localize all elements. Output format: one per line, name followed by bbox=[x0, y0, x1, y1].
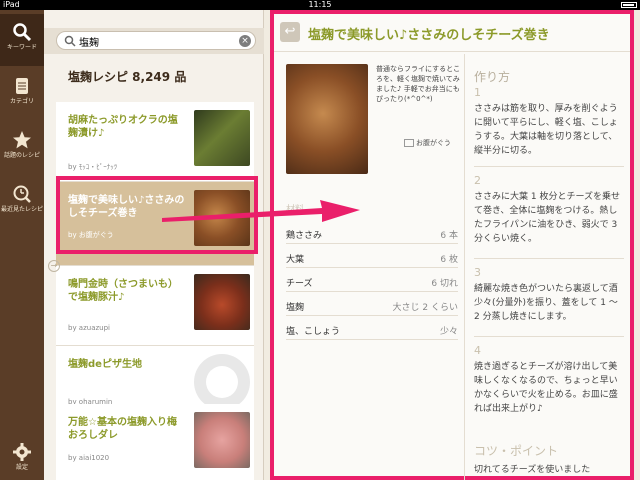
step-divider bbox=[474, 258, 624, 259]
ingredient-row: 塩、こしょう 少々 bbox=[286, 318, 458, 340]
ingredient-name: チーズ bbox=[286, 279, 313, 289]
ingredient-qty: 6 切れ bbox=[431, 279, 458, 289]
star-icon bbox=[13, 131, 31, 149]
clock-icon bbox=[13, 185, 31, 203]
step-number: 2 bbox=[474, 174, 481, 187]
sidebar-item-settings[interactable]: 設定 bbox=[0, 434, 44, 480]
recipe-title: 塩麹deピザ生地 bbox=[68, 359, 142, 370]
gear-icon bbox=[13, 443, 31, 461]
ingredient-row: 塩麹 大さじ 2 くらい bbox=[286, 294, 458, 316]
sidebar: キーワード カテゴリ 話題のレシピ 最近見たレシピ 設定 bbox=[0, 10, 44, 480]
recipe-title: 万能☆基本の塩麹入り梅おろしダレ bbox=[68, 417, 177, 441]
kitchen-icon bbox=[404, 139, 414, 147]
battery-icon bbox=[621, 2, 637, 8]
recipe-description: 普通ならフライにするところを、軽く塩麹で焼いてみました♪ 手軽でお弁当にもぴった… bbox=[376, 65, 461, 103]
back-button[interactable]: ↩ bbox=[280, 22, 300, 42]
step-divider bbox=[474, 336, 624, 337]
status-bar: iPad 11:15 bbox=[0, 0, 640, 10]
ingredient-name: 塩、こしょう bbox=[286, 327, 341, 337]
arrow-right-icon: → bbox=[48, 260, 60, 272]
tips-heading: コツ・ポイント bbox=[474, 444, 559, 458]
chef-placeholder-icon bbox=[194, 354, 250, 410]
clock: 11:15 bbox=[308, 0, 332, 9]
search-field[interactable]: × bbox=[56, 31, 256, 50]
recipe-author: by ﾓｯｺ・ﾋﾟｰﾅｯﾂ bbox=[68, 163, 118, 171]
step-number: 4 bbox=[474, 344, 481, 357]
step-number: 1 bbox=[474, 86, 481, 99]
detail-title: 塩麹で美味しい♪ささみのしそチーズ巻き bbox=[308, 28, 550, 43]
sidebar-item-label: 最近見たレシピ bbox=[0, 206, 43, 213]
list-item[interactable]: 鳴門金時（さつまいも）で塩麹豚汁♪ by azuazupi bbox=[56, 266, 254, 346]
search-icon bbox=[64, 35, 76, 47]
sidebar-item-recent[interactable]: 最近見たレシピ bbox=[0, 176, 44, 228]
result-count: 塩麹レシピ 8,249 品 bbox=[68, 70, 187, 84]
sidebar-item-category[interactable]: カテゴリ bbox=[0, 68, 44, 120]
sidebar-item-label: カテゴリ bbox=[9, 98, 34, 105]
recipe-thumbnail bbox=[194, 412, 250, 468]
author-byline[interactable]: お腹がぐう bbox=[404, 138, 451, 148]
list-item[interactable]: 万能☆基本の塩麹入り梅おろしダレ by aiai1020 bbox=[56, 404, 254, 480]
recipe-author: by azuazupi bbox=[68, 324, 110, 332]
list-item[interactable]: 胡麻たっぷりオクラの塩麹漬け♪ by ﾓｯｺ・ﾋﾟｰﾅｯﾂ bbox=[56, 102, 254, 182]
ingredient-name: 鶏ささみ bbox=[286, 231, 323, 241]
ingredient-qty: 6 枚 bbox=[440, 255, 458, 265]
step-text: 焼き過ぎるとチーズが溶け出して美味しくなくなるので、ちょっと早いかなくらいで火を… bbox=[474, 362, 618, 414]
recipe-photo bbox=[286, 64, 368, 174]
ingredient-qty: 6 本 bbox=[440, 231, 458, 241]
ingredient-qty: 少々 bbox=[439, 327, 458, 337]
author-name: お腹がぐう bbox=[416, 139, 451, 147]
recipe-title: 胡麻たっぷりオクラの塩麹漬け♪ bbox=[68, 115, 178, 139]
sidebar-item-label: 話題のレシピ bbox=[3, 152, 40, 159]
ingredient-name: 塩麹 bbox=[286, 303, 305, 313]
search-icon bbox=[13, 23, 32, 42]
category-icon bbox=[16, 78, 28, 94]
ingredient-row: 大葉 6 枚 bbox=[286, 246, 458, 268]
sidebar-item-label: キーワード bbox=[6, 44, 37, 51]
step-divider bbox=[474, 166, 624, 167]
ingredient-row: チーズ 6 切れ bbox=[286, 270, 458, 292]
recipe-title: 鳴門金時（さつまいも）で塩麹豚汁♪ bbox=[68, 279, 178, 303]
clear-search-icon[interactable]: × bbox=[239, 35, 251, 47]
sidebar-item-label: 設定 bbox=[15, 464, 28, 471]
recipe-thumbnail bbox=[194, 274, 250, 330]
recipe-author: by aiai1020 bbox=[68, 454, 110, 462]
step-number: 3 bbox=[474, 266, 481, 279]
ingredient-qty: 大さじ 2 くらい bbox=[392, 303, 458, 313]
sidebar-item-keyword[interactable]: キーワード bbox=[0, 14, 44, 66]
annotation-arrow-icon bbox=[162, 200, 360, 222]
search-input[interactable] bbox=[79, 34, 229, 48]
recipe-thumbnail bbox=[194, 110, 250, 166]
detail-header: ↩ 塩麹で美味しい♪ささみのしそチーズ巻き bbox=[274, 14, 630, 52]
sidebar-item-popular[interactable]: 話題のレシピ bbox=[0, 122, 44, 174]
column-divider bbox=[464, 54, 465, 480]
step-text: ささみに大葉 1 枚分とチーズを乗せて巻き、全体に塩麹をつける。熱したフライパン… bbox=[474, 192, 620, 244]
search-bar: × bbox=[44, 28, 264, 54]
recipe-detail-panel: ↩ 塩麹で美味しい♪ささみのしそチーズ巻き 普通ならフライにするところを、軽く塩… bbox=[270, 10, 634, 480]
tips-text: 切れてるチーズを使いました bbox=[474, 465, 591, 475]
step-text: 綺麗な焼き色がついたら裏返して酒少々(分量外)を振り、蓋をして 1 〜 2 分蒸… bbox=[474, 284, 618, 322]
steps-heading: 作り方 bbox=[474, 70, 511, 84]
ingredient-name: 大葉 bbox=[286, 255, 305, 265]
step-text: ささみは筋を取り、厚みを削ぐように開いて平らにし、軽く塩、こしょうする。大葉は軸… bbox=[474, 104, 618, 156]
